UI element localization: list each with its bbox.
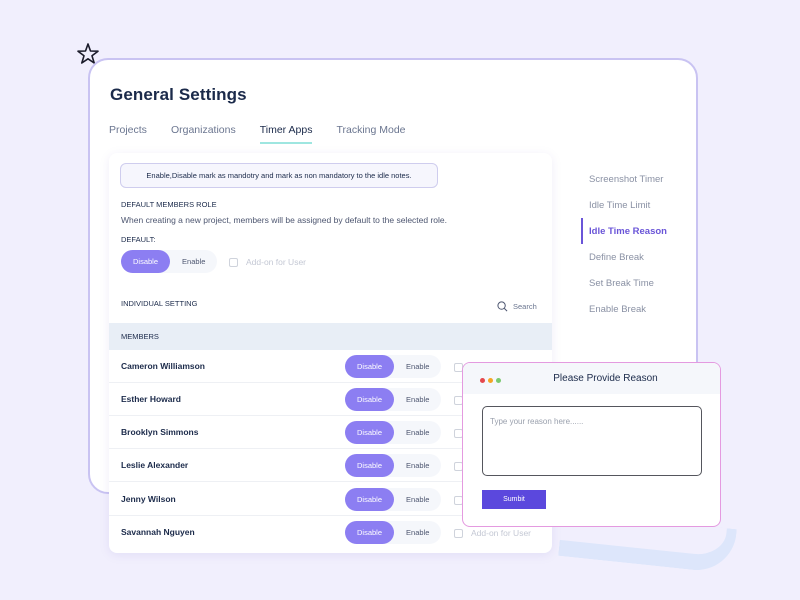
side-nav-define-break[interactable]: Define Break [581,244,667,270]
info-banner: Enable,Disable mark as mandotry and mark… [120,163,438,188]
member-toggle: Disable Enable [345,355,442,378]
member-enable-button[interactable]: Enable [394,454,441,477]
member-name: Brooklyn Simmons [121,427,199,437]
member-toggle: Disable Enable [345,388,442,411]
side-nav-screenshot-timer[interactable]: Screenshot Timer [581,166,667,192]
members-header-label: MEMBERS [121,332,159,341]
tab-tracking-mode[interactable]: Tracking Mode [336,124,405,144]
reason-input[interactable] [482,406,702,476]
member-addon-option[interactable]: Add-on for User [454,528,531,538]
member-addon-checkbox[interactable] [454,528,463,538]
member-toggle: Disable Enable [345,421,442,444]
member-disable-button[interactable]: Disable [345,355,395,378]
member-disable-button[interactable]: Disable [345,488,395,511]
member-disable-button[interactable]: Disable [345,388,395,411]
settings-tabs: Projects Organizations Timer Apps Tracki… [109,124,406,144]
search-button[interactable]: Search [497,301,537,312]
modal-header: Please Provide Reason [463,363,720,394]
tab-timer-apps[interactable]: Timer Apps [259,124,313,144]
member-name: Savannah Nguyen [121,527,195,537]
reason-modal: Please Provide Reason Sumbit [462,362,721,527]
page-title: General Settings [110,85,247,104]
member-disable-button[interactable]: Disable [345,454,395,477]
members-column-header: MEMBERS [109,323,552,350]
modal-title: Please Provide Reason [553,373,658,384]
search-label: Search [513,302,537,311]
default-addon-checkbox[interactable] [229,257,238,267]
default-members-role-heading: DEFAULT MEMBERS ROLE [121,200,217,209]
default-enable-button[interactable]: Enable [170,250,217,273]
member-toggle: Disable Enable [345,488,442,511]
member-name: Esther Howard [121,394,181,404]
individual-setting-heading: INDIVIDUAL SETTING [121,299,198,308]
member-enable-button[interactable]: Enable [394,355,441,378]
member-toggle: Disable Enable [345,454,442,477]
member-name: Cameron Williamson [121,361,205,371]
submit-button[interactable]: Sumbit [482,490,546,509]
member-addon-label: Add-on for User [471,528,531,538]
default-role-toggle: Disable Enable [121,250,218,273]
member-toggle: Disable Enable [345,521,442,544]
default-addon-label: Add-on for User [246,257,306,267]
default-members-role-description: When creating a new project, members wil… [121,215,448,225]
default-disable-button[interactable]: Disable [121,250,171,273]
side-nav-enable-break[interactable]: Enable Break [581,296,667,322]
default-addon-option[interactable]: Add-on for User [229,257,306,267]
tab-projects[interactable]: Projects [109,124,147,144]
member-name: Jenny Wilson [121,494,176,504]
default-label: DEFAULT: [121,235,156,244]
member-disable-button[interactable]: Disable [345,521,395,544]
info-banner-text: Enable,Disable mark as mandotry and mark… [146,171,412,180]
member-enable-button[interactable]: Enable [394,488,441,511]
member-disable-button[interactable]: Disable [345,421,395,444]
side-nav-idle-time-reason[interactable]: Idle Time Reason [581,218,667,244]
member-enable-button[interactable]: Enable [394,421,441,444]
side-nav: Screenshot Timer Idle Time Limit Idle Ti… [581,166,667,322]
member-enable-button[interactable]: Enable [394,521,441,544]
member-enable-button[interactable]: Enable [394,388,441,411]
member-name: Leslie Alexander [121,460,189,470]
search-icon [497,301,508,312]
side-nav-set-break-time[interactable]: Set Break Time [581,270,667,296]
side-nav-idle-time-limit[interactable]: Idle Time Limit [581,192,667,218]
tab-organizations[interactable]: Organizations [171,124,236,144]
